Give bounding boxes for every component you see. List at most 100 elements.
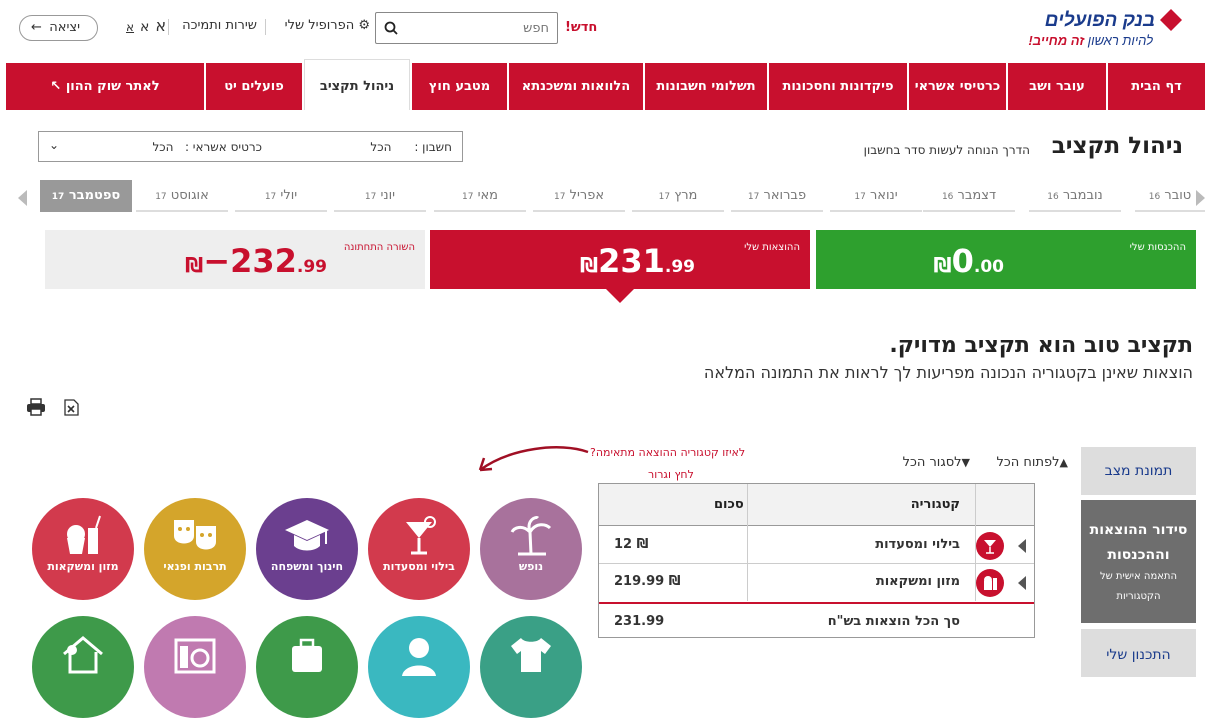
month-tab[interactable]: מרץ 17: [632, 180, 724, 212]
top-links: ⚙ הפרופיל שלי שירות ותמיכה: [180, 18, 370, 38]
palm-tree-icon: [510, 516, 552, 556]
font-size-small[interactable]: א: [126, 20, 134, 34]
graduation-cap-icon: [285, 520, 329, 551]
header: בנק הפועלים להיות ראשון זה מחייב! חדש! ⚙…: [0, 0, 1213, 60]
search-icon[interactable]: [384, 21, 398, 35]
font-size-controls: אאא: [120, 16, 166, 35]
month-tab[interactable]: ינואר 17: [830, 180, 922, 212]
category-circle-travel[interactable]: [256, 616, 358, 718]
nav-bill-payments[interactable]: תשלומי חשבונות: [645, 63, 767, 110]
income-label: ההכנסות שלי: [1129, 242, 1186, 253]
cupcake-drink-icon: [976, 569, 1004, 597]
hint-question: לאיזו קטגוריה ההוצאה מתאימה?: [590, 446, 746, 459]
income-summary[interactable]: ההכנסות שלי ₪0.00: [816, 230, 1196, 289]
font-size-medium[interactable]: א: [140, 19, 149, 35]
cocktail-icon: [406, 516, 436, 555]
total-value: 231.99: [614, 614, 665, 629]
my-profile-link[interactable]: ⚙ הפרופיל שלי: [285, 18, 370, 33]
category-circle-food[interactable]: מזון ומשקאות: [32, 498, 134, 600]
cupcake-drink-icon: [67, 515, 101, 554]
month-tab[interactable]: דצמבר 16: [923, 180, 1015, 212]
main-nav: דף הבית עובר ושב כרטיסי אשראי פיקדונות ו…: [6, 59, 1205, 110]
category-circle-vacation[interactable]: נופש: [480, 498, 582, 600]
nav-poalim-yt[interactable]: פועלים יט: [206, 63, 302, 110]
external-arrow-icon: ↖: [50, 79, 62, 94]
category-circle-personal[interactable]: [368, 616, 470, 718]
exit-button[interactable]: יציאה ←: [19, 15, 98, 41]
balance-summary[interactable]: השורה התחתונה ₪−232.99: [45, 230, 425, 289]
account-filter-select[interactable]: חשבון : הכל כרטיס אשראי : הכל ⌄: [38, 131, 463, 162]
month-tab-selected[interactable]: ספטמבר 17: [40, 180, 132, 212]
income-amount: ₪0.00: [933, 242, 1004, 280]
category-circle-clothing[interactable]: [480, 616, 582, 718]
month-tab[interactable]: אפריל 17: [533, 180, 625, 212]
category-circle-home[interactable]: [32, 616, 134, 718]
nav-home[interactable]: דף הבית: [1108, 63, 1205, 110]
table-total: סך הכל הוצאות בש"ח 231.99: [599, 602, 1034, 638]
appliances-icon: [174, 638, 216, 674]
search-input[interactable]: [409, 18, 549, 38]
sidebar-item-status[interactable]: תמונת מצב: [1081, 447, 1196, 495]
expand-all-button[interactable]: ▲לפתוח הכל: [997, 455, 1068, 470]
nav-capital-market[interactable]: לאתר שוק ההון ↖: [6, 63, 204, 110]
nav-loans[interactable]: הלוואות ומשכנתא: [509, 63, 643, 110]
table-header: קטגוריה סכום: [599, 484, 1034, 526]
month-tab[interactable]: מאי 17: [434, 180, 526, 212]
woman-icon: [402, 638, 436, 676]
category-circle-education[interactable]: חינוך ומשפחה: [256, 498, 358, 600]
category-circle-home-appliances[interactable]: [144, 616, 246, 718]
suitcase-icon: [292, 638, 322, 672]
tshirt-icon: [511, 638, 551, 672]
sidebar-item-arrange[interactable]: סידור ההוצאות וההכנסות התאמה אישית של הק…: [1081, 500, 1196, 623]
page-title: ניהול תקציב: [1051, 133, 1183, 159]
category-circle-culture[interactable]: תרבות ופנאי: [144, 498, 246, 600]
house-icon: [63, 636, 103, 674]
row-amount: 12 ₪: [614, 537, 649, 552]
logo-diamond-icon: [1160, 9, 1182, 31]
expand-row-icon[interactable]: [1018, 539, 1026, 553]
expense-label: ההוצאות שלי: [744, 242, 800, 253]
table-row[interactable]: מזון ומשקאות 219.99 ₪: [599, 564, 1034, 601]
bank-name: בנק הפועלים: [1044, 10, 1155, 31]
month-tab[interactable]: יוני 17: [334, 180, 426, 212]
total-label: סך הכל הוצאות בש"ח: [827, 614, 960, 629]
category-circle-entertainment[interactable]: בילוי ומסעדות: [368, 498, 470, 600]
month-tab[interactable]: יולי 17: [235, 180, 327, 212]
font-size-large[interactable]: א: [155, 16, 166, 35]
chevron-down-icon: ⌄: [49, 138, 60, 152]
print-icon[interactable]: [26, 398, 46, 416]
theater-masks-icon: [174, 520, 216, 550]
collapse-all-button[interactable]: ▼לסגור הכל: [903, 455, 970, 470]
excel-icon[interactable]: [64, 399, 79, 416]
month-tab[interactable]: נובמבר 16: [1029, 180, 1121, 212]
expense-summary[interactable]: ההוצאות שלי ₪231.99: [430, 230, 810, 289]
page-subtitle: הדרך הנוחה לעשות סדר בחשבון: [863, 143, 1030, 157]
balance-amount: ₪−232.99: [185, 242, 327, 280]
nav-deposits[interactable]: פיקדונות וחסכונות: [769, 63, 907, 110]
nav-checking[interactable]: עובר ושב: [1008, 63, 1106, 110]
triangle-up-icon: ▲: [1059, 456, 1068, 469]
table-row[interactable]: בילוי ומסעדות 12 ₪: [599, 527, 1034, 564]
month-tab[interactable]: טובר 16: [1135, 180, 1205, 212]
triangle-down-icon: ▼: [961, 456, 970, 469]
months-strip: טובר 16 נובמבר 16 דצמבר 16 ינואר 17 פברו…: [14, 180, 1213, 214]
new-label: חדש!: [565, 20, 598, 35]
month-tab[interactable]: פברואר 17: [731, 180, 823, 212]
expenses-table: קטגוריה סכום בילוי ומסעדות 12 ₪ מזון ומש…: [598, 483, 1035, 638]
nav-foreign-currency[interactable]: מטבע חוץ: [412, 63, 507, 110]
expand-row-icon[interactable]: [1018, 576, 1026, 590]
nav-credit-cards[interactable]: כרטיסי אשראי: [909, 63, 1006, 110]
balance-label: השורה התחתונה: [343, 242, 415, 253]
search-box: [375, 12, 558, 44]
row-amount: 219.99 ₪: [614, 574, 681, 589]
month-tab[interactable]: אוגוסט 17: [136, 180, 228, 212]
service-link[interactable]: שירות ותמיכה: [182, 18, 257, 33]
nav-budget-management[interactable]: ניהול תקציב: [304, 59, 410, 110]
selected-pointer: [606, 289, 634, 303]
headline: תקציב טוב הוא תקציב מדויק.: [889, 333, 1193, 358]
bank-slogan: להיות ראשון זה מחייב!: [1028, 33, 1153, 48]
arrow-left-icon: ←: [31, 20, 42, 35]
row-category: מזון ומשקאות: [875, 574, 960, 589]
hint-action: לחץ וגרור: [648, 468, 694, 481]
bank-logo[interactable]: בנק הפועלים להיות ראשון זה מחייב!: [983, 6, 1183, 52]
